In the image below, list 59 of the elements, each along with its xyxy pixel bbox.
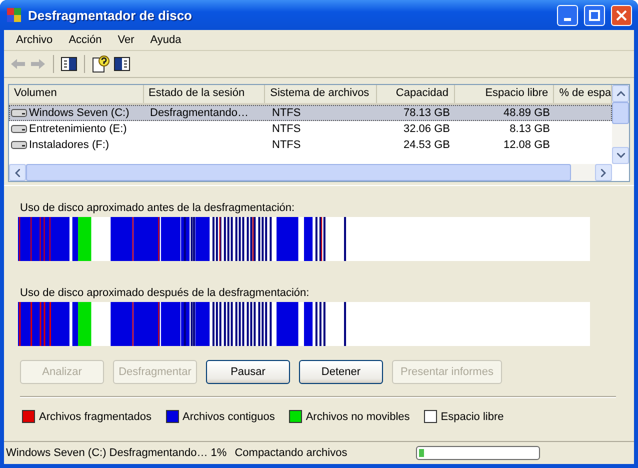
- status-text: Windows Seven (C:) Desfragmentando… 1%: [6, 447, 227, 459]
- scrollbar-thumb[interactable]: [26, 164, 571, 181]
- menu-item[interactable]: Ayuda: [142, 32, 190, 48]
- table-cell: NTFS: [272, 107, 301, 119]
- table-cell: 78.13 GB: [404, 107, 450, 119]
- app-icon: [6, 7, 22, 23]
- close-icon: [616, 10, 627, 20]
- scroll-down-button[interactable]: [612, 147, 629, 164]
- table-row[interactable]: Entretenimiento (E:) NTFS 32.06 GB 8.13 GB: [9, 121, 612, 137]
- column-header[interactable]: Estado de la sesión: [144, 85, 266, 103]
- legend-label: Archivos no movibles: [306, 410, 410, 422]
- window-title: Desfragmentador de disco: [28, 8, 193, 22]
- chevron-up-icon: [616, 91, 624, 96]
- table-cell: 8.13 GB: [510, 123, 550, 135]
- table-cell: 32.06 GB: [404, 123, 450, 135]
- drive-icon: [11, 124, 27, 134]
- action-button[interactable]: Pausar: [206, 360, 290, 384]
- legend-label: Archivos fragmentados: [39, 410, 152, 422]
- menu-item[interactable]: Ver: [110, 32, 142, 48]
- column-header[interactable]: Volumen: [9, 85, 144, 103]
- scroll-up-button[interactable]: [612, 85, 629, 102]
- column-header[interactable]: Capacidad: [376, 85, 455, 103]
- chevron-left-icon: [15, 168, 20, 176]
- table-cell: 12.08 GB: [504, 139, 550, 151]
- table-cell: Instaladores (F:): [29, 139, 110, 151]
- minimize-icon: [564, 18, 571, 20]
- minimize-button[interactable]: [557, 4, 578, 26]
- table-row[interactable]: Instaladores (F:) NTFS 24.53 GB 12.08 GB: [9, 137, 612, 153]
- scroll-left-button[interactable]: [9, 164, 26, 181]
- drive-icon: [11, 108, 27, 118]
- legend-label: Espacio libre: [440, 410, 504, 422]
- table-cell: Windows Seven (C:): [29, 107, 130, 119]
- close-button[interactable]: [611, 4, 632, 26]
- scroll-right-button[interactable]: [595, 164, 612, 181]
- column-header[interactable]: Sistema de archivos: [265, 85, 377, 103]
- table-cell: 24.53 GB: [404, 139, 450, 151]
- maximize-icon: [589, 10, 600, 20]
- menu-item[interactable]: Archivo: [8, 32, 61, 48]
- pane-toggle-icon[interactable]: [61, 57, 77, 71]
- scrollbar-thumb[interactable]: [612, 102, 629, 124]
- table-cell: Entretenimiento (E:): [29, 123, 127, 135]
- status-text: Compactando archivos: [234, 447, 348, 459]
- table-row[interactable]: Windows Seven (C:) Desfragmentando… NTFS 78.13 GB 48.89 GB: [9, 105, 612, 121]
- help-icon[interactable]: [92, 55, 110, 73]
- column-header[interactable]: Espacio libre: [454, 85, 554, 103]
- maximize-button[interactable]: [584, 4, 605, 26]
- table-cell: Desfragmentando…: [150, 107, 248, 119]
- map-label: Uso de disco aproximado después de la desfragmentación:: [20, 287, 310, 299]
- pane-toggle-icon[interactable]: [114, 57, 130, 71]
- menu-item[interactable]: Acción: [60, 32, 110, 48]
- chevron-right-icon: [601, 168, 606, 176]
- table-cell: NTFS: [272, 139, 301, 151]
- drive-icon: [11, 140, 27, 150]
- table-cell: 48.89 GB: [504, 107, 550, 119]
- chevron-down-icon: [616, 153, 624, 158]
- legend-label: Archivos contiguos: [182, 410, 275, 422]
- action-button[interactable]: Detener: [299, 360, 383, 384]
- map-label: Uso de disco aproximado antes de la desfragmentación:: [20, 202, 296, 214]
- table-cell: NTFS: [272, 123, 301, 135]
